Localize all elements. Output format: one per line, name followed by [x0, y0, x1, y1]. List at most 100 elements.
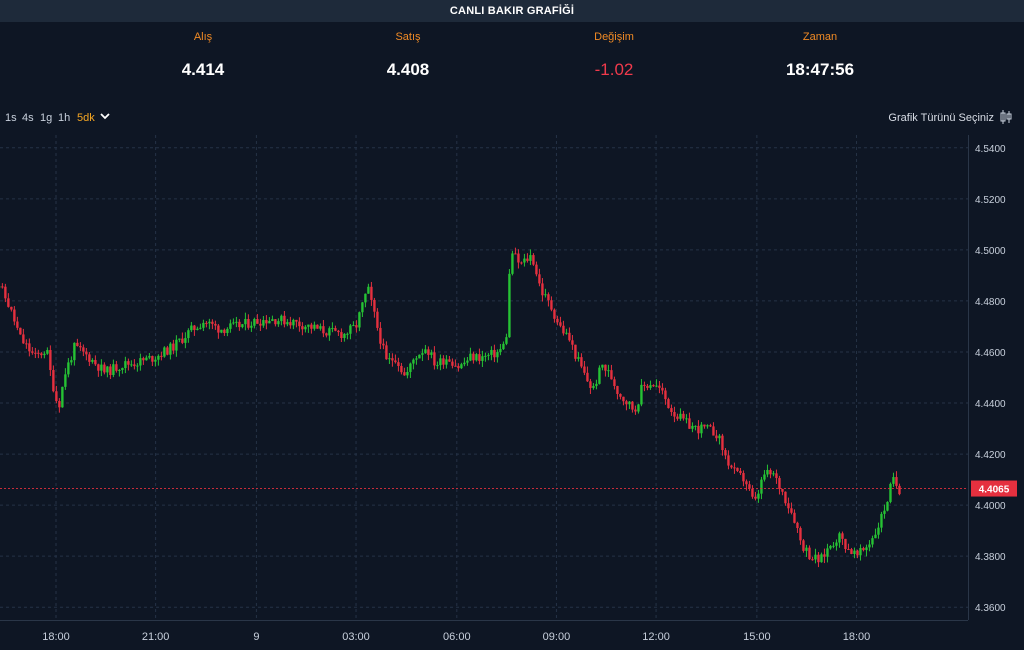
timeframe-1h[interactable]: 1h [58, 112, 70, 124]
candle-body [490, 349, 493, 355]
candle-body [340, 332, 343, 338]
time-value: 18:47:56 [785, 60, 855, 79]
candle-body [289, 322, 292, 326]
candle-body [307, 324, 310, 327]
timeframe-5dk[interactable]: 5dk [77, 112, 95, 124]
timeframe-1s[interactable]: 1s [5, 112, 17, 124]
candle-body [430, 352, 433, 355]
timeframe-4s[interactable]: 4s [22, 112, 34, 124]
candle-body [613, 379, 616, 387]
candle-body [0, 286, 1, 288]
candle-body [883, 510, 886, 514]
candle-body [163, 347, 166, 357]
candle-body [529, 255, 532, 261]
candle-body [808, 547, 811, 560]
candle-body [502, 343, 505, 350]
candle-body [376, 311, 379, 328]
candle-body [196, 328, 199, 330]
candle-body [310, 324, 313, 329]
candle-body [190, 325, 193, 331]
candle-body [388, 358, 391, 360]
candle-body [433, 352, 436, 366]
candle-body [352, 325, 355, 327]
x-tick-label: 21:00 [142, 631, 170, 643]
candle-body [634, 409, 637, 412]
y-tick-label: 4.4200 [975, 450, 1006, 461]
chevron-down-icon[interactable] [99, 110, 111, 122]
candle-body [94, 359, 97, 365]
candle-body [535, 264, 538, 275]
candle-body [313, 324, 316, 329]
candle-body [574, 344, 577, 359]
candle-body [160, 355, 163, 357]
candle-body [649, 385, 652, 388]
candle-body [685, 418, 688, 420]
candle-body [280, 315, 283, 322]
candle-body [793, 512, 796, 523]
candle-body [586, 372, 589, 382]
candlestick-icon[interactable] [999, 109, 1013, 125]
candle-body [205, 322, 208, 324]
candle-body [61, 386, 64, 408]
timeframe-1g[interactable]: 1g [40, 112, 52, 124]
candle-body [874, 534, 877, 539]
candle-body [259, 323, 262, 326]
candle-body [751, 488, 754, 497]
x-tick-label: 9 [253, 631, 259, 643]
candle-body [544, 294, 547, 296]
candle-body [523, 258, 526, 263]
candle-body [175, 339, 178, 351]
candle-body [235, 321, 238, 323]
candle-body [475, 354, 478, 361]
candle-body [514, 253, 517, 255]
candle-body [301, 326, 304, 330]
candle-body [424, 349, 427, 354]
candle-body [298, 321, 301, 327]
x-axis: 18:00 21:00 9 03:00 06:00 09:00 12:00 15:00 18:0… [0, 620, 968, 643]
candle-body [367, 286, 370, 294]
candle-body [217, 325, 220, 333]
candle-body [451, 361, 454, 366]
candle-body [592, 385, 595, 388]
candle-body [655, 385, 658, 387]
candle-body [835, 542, 838, 546]
candle-body [706, 425, 709, 427]
candle-body [406, 371, 409, 376]
candle-body [25, 343, 28, 345]
candle-body [34, 352, 37, 354]
candle-body [409, 363, 412, 372]
candle-body [247, 319, 250, 328]
candle-body [448, 359, 451, 362]
candle-body [577, 357, 580, 359]
candle-body [640, 384, 643, 405]
candle-body [277, 321, 280, 325]
bid-label: Alış [193, 31, 213, 43]
candle-body [787, 503, 790, 509]
candle-body [172, 343, 175, 351]
title-bar: CANLI BAKIR GRAFİĞİ [0, 0, 1024, 22]
candle-body [628, 401, 631, 405]
candle-body [697, 425, 700, 434]
candle-body [382, 343, 385, 346]
candle-body [181, 338, 184, 343]
candle-body [418, 354, 421, 359]
candle-body [856, 550, 859, 556]
chart-type-label[interactable]: Grafik Türünü Seçiniz [888, 112, 994, 124]
candle-body [784, 491, 787, 504]
candle-body [604, 364, 607, 371]
y-tick-label: 4.3600 [975, 603, 1006, 614]
candle-body [757, 493, 760, 499]
candle-body [646, 385, 649, 388]
y-tick-label: 4.4400 [975, 399, 1006, 410]
candle-body [469, 353, 472, 361]
candle-body [826, 548, 829, 557]
candle-body [673, 412, 676, 417]
candle-body [238, 321, 241, 328]
candle-body [361, 302, 364, 313]
price-chart[interactable]: 4.4065 4.3600 4.3800 4.4000 4.4200 4.4400 4.4… [0, 135, 1024, 650]
candle-body [19, 327, 22, 335]
candle-body [241, 324, 244, 328]
change-label: Değişim [594, 31, 634, 43]
candle-body [676, 416, 679, 419]
candle-body [157, 355, 160, 360]
